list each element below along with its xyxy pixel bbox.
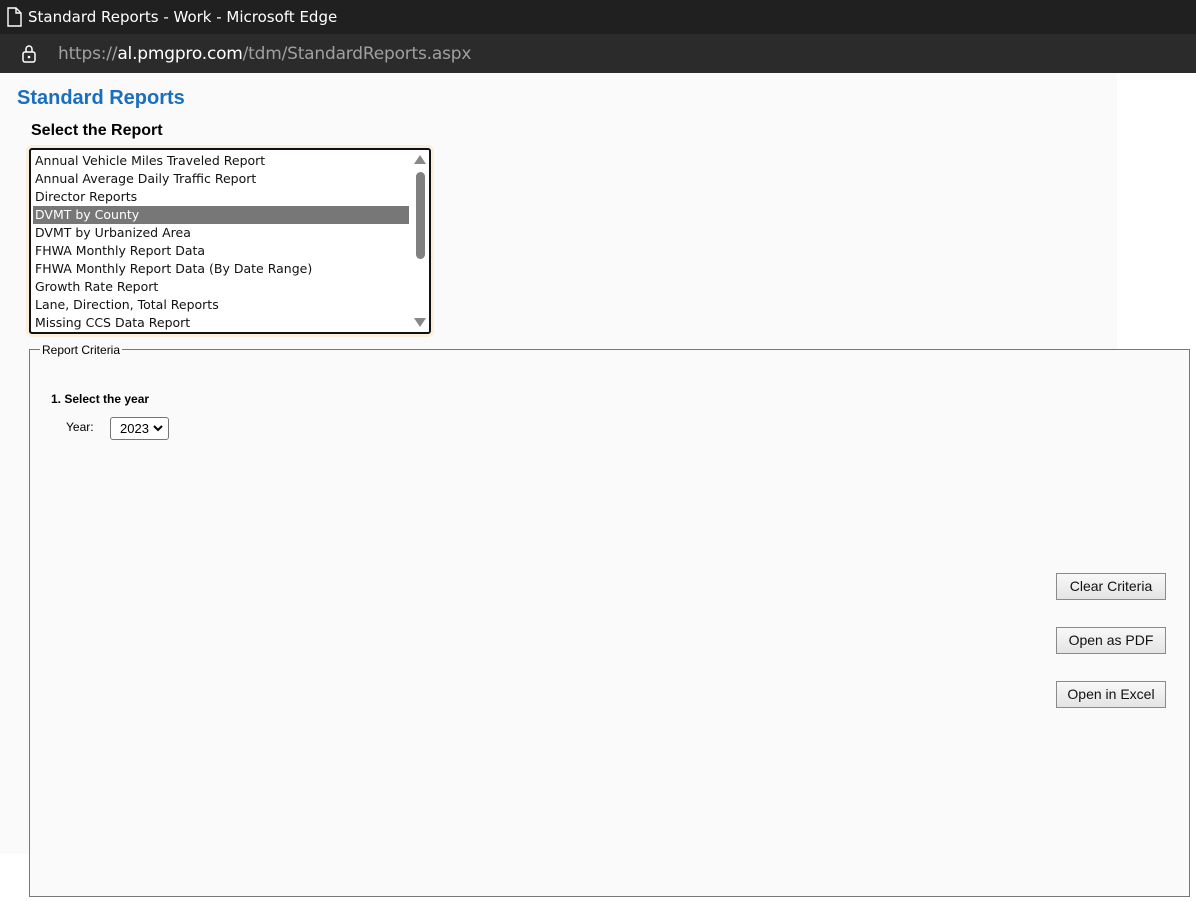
- year-select[interactable]: 2023: [110, 417, 169, 440]
- report-item[interactable]: Missing CCS Data Report: [33, 314, 409, 332]
- url-text[interactable]: https://al.pmgpro.com/tdm/StandardReport…: [58, 44, 471, 64]
- url-path: /tdm/StandardReports.aspx: [242, 43, 472, 64]
- report-item[interactable]: DVMT by Urbanized Area: [33, 224, 409, 242]
- report-item[interactable]: Annual Average Daily Traffic Report: [33, 170, 409, 188]
- open-as-pdf-button[interactable]: Open as PDF: [1056, 627, 1166, 654]
- year-label: Year:: [66, 420, 94, 434]
- report-item[interactable]: FHWA Monthly Report Data (By Date Range): [33, 260, 409, 278]
- clear-criteria-button[interactable]: Clear Criteria: [1056, 573, 1166, 600]
- report-item[interactable]: Growth Rate Report: [33, 278, 409, 296]
- report-item-selected[interactable]: DVMT by County: [33, 206, 409, 224]
- report-listbox[interactable]: Annual Vehicle Miles Traveled Report Ann…: [29, 148, 431, 334]
- report-list-items: Annual Vehicle Miles Traveled Report Ann…: [33, 152, 409, 332]
- year-select-value: 2023: [120, 421, 149, 436]
- select-report-label: Select the Report: [31, 122, 163, 139]
- page-title: Standard Reports: [17, 87, 185, 109]
- report-item[interactable]: FHWA Monthly Report Data: [33, 242, 409, 260]
- report-item[interactable]: Annual Vehicle Miles Traveled Report: [33, 152, 409, 170]
- report-criteria-legend: Report Criteria: [40, 343, 123, 357]
- url-scheme: https://: [58, 43, 118, 64]
- address-bar[interactable]: https://al.pmgpro.com/tdm/StandardReport…: [0, 34, 1196, 73]
- listbox-scrollbar[interactable]: [411, 150, 429, 332]
- url-host: al.pmgpro.com: [117, 43, 243, 64]
- open-in-excel-button[interactable]: Open in Excel: [1056, 681, 1166, 708]
- select-year-step-label: 1. Select the year: [51, 392, 150, 406]
- scroll-down-arrow-icon[interactable]: [414, 318, 426, 327]
- scroll-up-arrow-icon[interactable]: [414, 155, 426, 164]
- lock-icon[interactable]: [21, 44, 37, 64]
- report-criteria-fieldset: [29, 349, 1190, 897]
- chevron-down-icon: [153, 425, 163, 432]
- window-titlebar: Standard Reports - Work - Microsoft Edge: [0, 0, 1196, 34]
- window-title: Standard Reports - Work - Microsoft Edge: [28, 8, 338, 26]
- report-item[interactable]: Lane, Direction, Total Reports: [33, 296, 409, 314]
- document-icon: [7, 7, 22, 27]
- scroll-thumb[interactable]: [416, 172, 425, 259]
- report-item[interactable]: Director Reports: [33, 188, 409, 206]
